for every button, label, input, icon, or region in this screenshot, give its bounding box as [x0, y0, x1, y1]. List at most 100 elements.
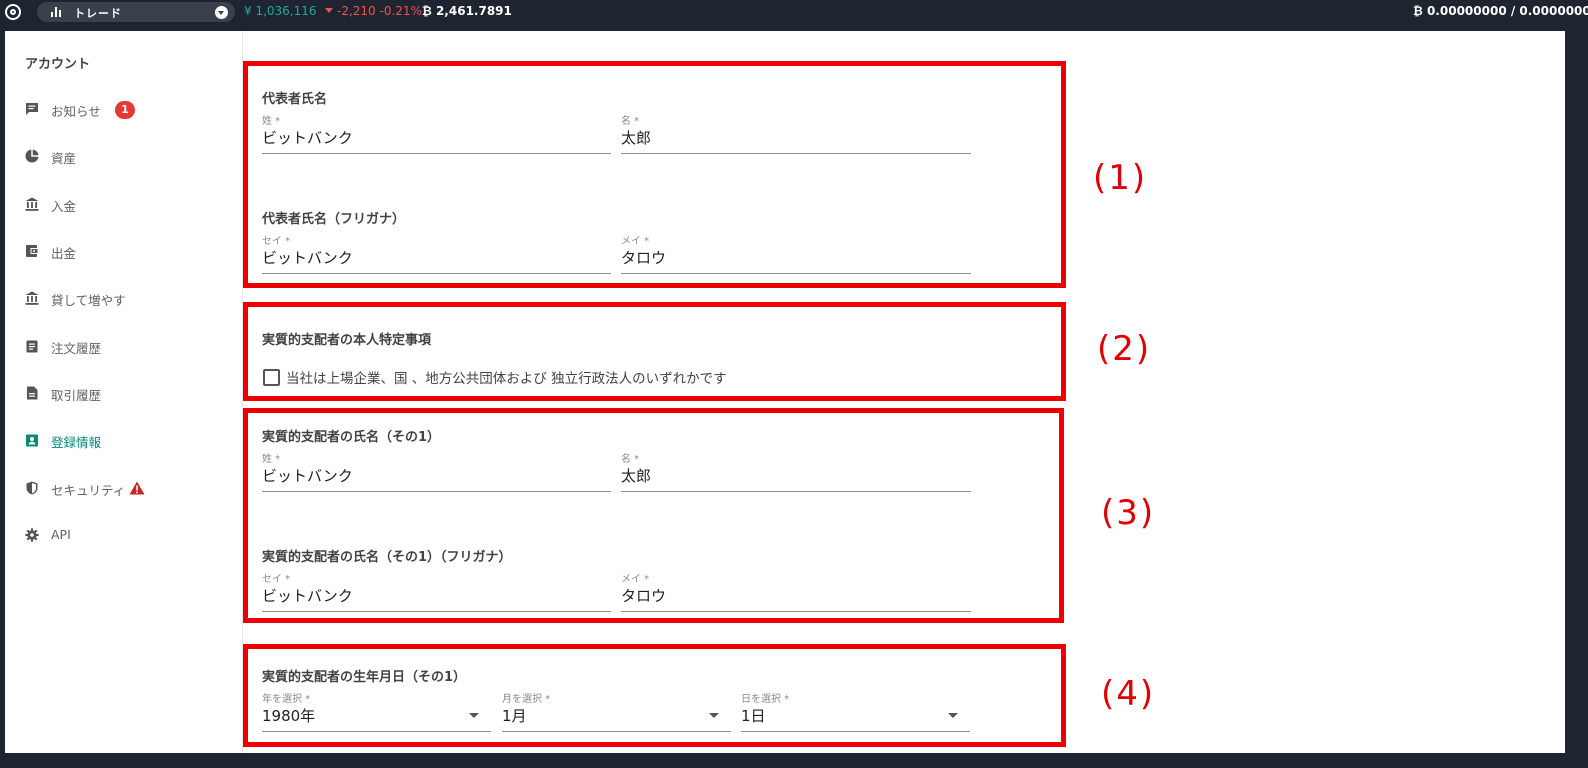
owner-last-name-value: ビットバンク [262, 467, 353, 485]
annotation-3: (3) [1101, 493, 1156, 533]
sidebar-item-label: お知らせ [51, 104, 101, 119]
representative-name-section: 代表者氏名 姓 * ビットバンク 名 * 太郎 代表者氏名（フリガナ） セイ *… [243, 61, 1066, 288]
owner-last-name-kana-field[interactable]: セイ * ビットバンク [262, 570, 611, 612]
sidebar-item-lending[interactable]: 貸して増やす [25, 288, 225, 310]
last-name-value: ビットバンク [262, 129, 353, 147]
owner-first-name-kana-field[interactable]: メイ * タロウ [621, 570, 971, 612]
message-icon [26, 103, 38, 115]
owner-last-name-field[interactable]: 姓 * ビットバンク [262, 450, 611, 492]
sidebar-item-label: 登録情報 [51, 435, 102, 450]
sidebar-item-label: 取引履歴 [51, 388, 102, 403]
sidebar-title: アカウント [25, 57, 91, 72]
last-name-field[interactable]: 姓 * ビットバンク [262, 112, 611, 154]
birth-month-value: 1月 [502, 707, 527, 725]
annotation-2: (2) [1097, 329, 1152, 369]
first-name-kana-value: タロウ [621, 249, 667, 267]
contact-icon [26, 434, 38, 447]
first-name-kana-label: メイ * [621, 236, 650, 247]
owner-last-name-kana-label: セイ * [262, 574, 291, 585]
jpy-price: ¥ 1,036,116 [244, 4, 317, 18]
last-name-kana-value: ビットバンク [262, 249, 353, 267]
sidebar-item-withdraw[interactable]: 出金 [25, 241, 225, 263]
window-frame-bottom [0, 753, 1588, 768]
owner-last-name-kana-value: ビットバンク [262, 587, 353, 605]
sidebar-item-assets[interactable]: 資産 [25, 146, 225, 168]
wallet-icon [26, 245, 39, 257]
birth-year-value: 1980年 [262, 707, 316, 725]
annotation-1: (1) [1093, 158, 1148, 198]
sidebar-item-order-history[interactable]: 注文履歴 [25, 336, 225, 358]
beneficial-owner-identification-title: 実質的支配者の本人特定事項 [262, 333, 432, 348]
birth-day-select[interactable]: 日を選択 * 1日 [741, 690, 970, 732]
btc-balance: ₿ 0.00000000 / 0.0000000 [1413, 4, 1588, 18]
gear-icon [25, 528, 39, 542]
sidebar-item-label: セキュリティ [51, 483, 126, 498]
dropdown-arrow-icon [469, 713, 479, 718]
sidebar-item-deposit[interactable]: 入金 [25, 194, 225, 216]
birth-year-select[interactable]: 年を選択 * 1980年 [262, 690, 491, 732]
first-name-value: 太郎 [621, 129, 652, 147]
sidebar-item-security[interactable]: セキュリティ [25, 478, 225, 500]
sidebar-item-label: 注文履歴 [51, 341, 102, 356]
sidebar-item-label: 資産 [51, 151, 77, 166]
representative-name-title: 代表者氏名 [262, 92, 328, 107]
owner-first-name-field[interactable]: 名 * 太郎 [621, 450, 971, 492]
beneficial-owner-birthdate-title: 実質的支配者の生年月日（その1） [262, 670, 467, 685]
owner-first-name-kana-label: メイ * [621, 574, 650, 585]
chevron-down-icon [215, 6, 228, 19]
shield-icon [26, 481, 38, 495]
beneficial-owner-birthdate-section: 実質的支配者の生年月日（その1） 年を選択 * 1980年 月を選択 * 1月 … [243, 644, 1066, 747]
sidebar-item-registration-info[interactable]: 登録情報 [25, 430, 225, 452]
pie-chart-icon [25, 149, 39, 163]
sidebar: アカウント お知らせ 1 資産 入金 出金 貸して増やす 注文履歴 取引履歴 登… [5, 31, 243, 768]
down-arrow-icon [325, 8, 333, 13]
representative-kana-title: 代表者氏名（フリガナ） [262, 212, 406, 227]
annotation-4: (4) [1101, 674, 1156, 714]
last-name-kana-field[interactable]: セイ * ビットバンク [262, 232, 611, 274]
price-change: -2,210 -0.21% [325, 4, 422, 18]
dropdown-arrow-icon [948, 713, 958, 718]
beneficial-owner-identification-section: 実質的支配者の本人特定事項 当社は上場企業、国 、地方公共団体および 独立行政法… [243, 302, 1066, 401]
sidebar-item-label: 貸して増やす [51, 293, 126, 308]
listed-company-checkbox[interactable] [263, 369, 280, 386]
bar-chart-icon [51, 7, 62, 17]
document-icon [27, 386, 38, 400]
last-name-kana-label: セイ * [262, 236, 291, 247]
trade-menu-dropdown[interactable]: トレード [37, 2, 235, 22]
notification-count-badge: 1 [115, 101, 135, 119]
trade-label: トレード [74, 7, 122, 20]
sidebar-item-label: 出金 [51, 246, 77, 261]
price-change-value: -2,210 -0.21% [337, 4, 422, 18]
birth-month-label: 月を選択 * [502, 694, 551, 705]
dropdown-arrow-icon [709, 713, 719, 718]
bank-icon [25, 197, 39, 211]
beneficial-owner-name-section: 実質的支配者の氏名（その1） 姓 * ビットバンク 名 * 太郎 実質的支配者の… [243, 408, 1064, 623]
btc-price: ₿ 2,461.7891 [422, 4, 512, 18]
owner-first-name-kana-value: タロウ [621, 587, 667, 605]
owner-last-name-label: 姓 * [262, 454, 281, 465]
warning-icon [129, 481, 145, 495]
birth-day-label: 日を選択 * [741, 694, 790, 705]
beneficial-owner-kana-title: 実質的支配者の氏名（その1）（フリガナ） [262, 550, 512, 565]
first-name-field[interactable]: 名 * 太郎 [621, 112, 971, 154]
birth-month-select[interactable]: 月を選択 * 1月 [502, 690, 731, 732]
sidebar-item-label: API [51, 527, 71, 542]
first-name-label: 名 * [621, 116, 640, 127]
sidebar-item-notifications[interactable]: お知らせ 1 [25, 99, 225, 121]
birth-year-label: 年を選択 * [262, 694, 311, 705]
last-name-label: 姓 * [262, 116, 281, 127]
listed-company-checkbox-label[interactable]: 当社は上場企業、国 、地方公共団体および 独立行政法人のいずれかです [286, 367, 727, 387]
first-name-kana-field[interactable]: メイ * タロウ [621, 232, 971, 274]
window-frame-right [1565, 31, 1588, 768]
beneficial-owner-name-title: 実質的支配者の氏名（その1） [262, 430, 441, 445]
clipboard-icon [26, 340, 38, 353]
owner-first-name-label: 名 * [621, 454, 640, 465]
sidebar-item-trade-history[interactable]: 取引履歴 [25, 383, 225, 405]
owner-first-name-value: 太郎 [621, 467, 652, 485]
bitbank-logo-icon[interactable] [5, 4, 21, 20]
birth-day-value: 1日 [741, 707, 766, 725]
top-bar: トレード ¥ 1,036,116 -2,210 -0.21% ₿ 2,461.7… [0, 0, 1588, 31]
bank-icon [25, 291, 39, 305]
sidebar-item-label: 入金 [51, 199, 77, 214]
sidebar-item-api[interactable]: API [25, 525, 225, 547]
